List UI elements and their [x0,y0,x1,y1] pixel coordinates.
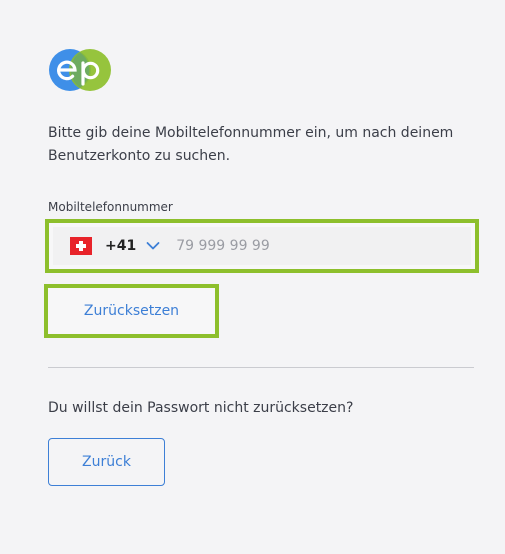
phone-number-input[interactable] [176,238,407,254]
country-code[interactable]: +41 [105,238,136,254]
chevron-down-icon[interactable] [146,241,160,251]
phone-field-label: Mobiltelefonnummer [48,200,173,214]
question-text: Du willst dein Passwort nicht zurücksetz… [48,400,354,416]
phone-field[interactable]: +41 [45,219,479,273]
back-button[interactable]: Zurück [48,438,165,486]
reset-button[interactable]: Zurücksetzen [44,284,219,338]
divider [48,367,474,368]
intro-text: Bitte gib deine Mobiltelefonnummer ein, … [48,125,454,164]
swiss-flag-icon[interactable] [70,237,92,255]
ep-logo-icon [49,49,111,91]
phone-field-inner[interactable]: +41 [53,227,471,265]
